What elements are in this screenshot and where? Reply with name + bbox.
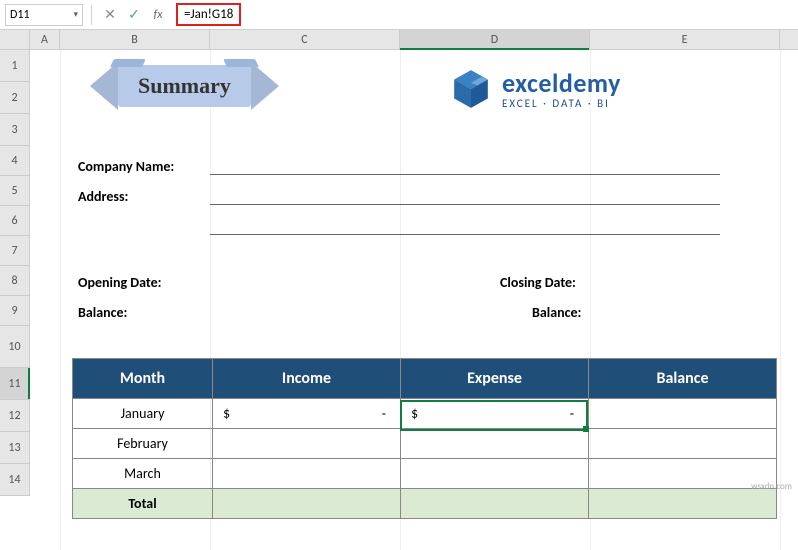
row-header-2[interactable]: 2 [0,82,30,114]
cell-total-balance[interactable] [589,489,777,519]
row-header-3[interactable]: 3 [0,114,30,146]
closing-date-label: Closing Date: [500,274,576,291]
cancel-icon[interactable]: ✕ [100,5,120,25]
sheet-area[interactable]: Summary exceldemy EXCEL · DATA · BI Comp… [30,50,798,496]
enter-icon[interactable]: ✓ [124,5,144,25]
logo-sub-text: EXCEL · DATA · BI [502,98,621,109]
th-balance: Balance [589,359,777,399]
th-expense: Expense [401,359,589,399]
address-underline-2 [210,234,720,235]
row-header-11[interactable]: 11 [0,368,30,400]
row-header-12[interactable]: 12 [0,400,30,432]
cell-month[interactable]: March [73,459,213,489]
row-header-6[interactable]: 6 [0,206,30,236]
separator [91,5,92,25]
col-header-B[interactable]: B [60,30,210,49]
ribbon-tail-right [251,62,279,110]
row-header-9[interactable]: 9 [0,296,30,326]
cell-income[interactable] [213,459,401,489]
watermark: wsxdn.com [751,481,792,492]
cell-expense[interactable]: $- [401,399,589,429]
balance-2-label: Balance: [532,304,581,321]
cell-balance[interactable] [589,399,777,429]
cell-expense[interactable] [401,429,589,459]
cell-balance[interactable] [589,429,777,459]
cell-reference: D11 [10,8,30,22]
col-header-D[interactable]: D [400,30,590,49]
cube-icon [450,68,492,110]
chevron-down-icon[interactable]: ▾ [73,9,78,20]
address-label: Address: [78,188,128,205]
opening-date-label: Opening Date: [78,274,162,291]
row-header-14[interactable]: 14 [0,464,30,496]
row-header-10[interactable]: 10 [0,326,30,368]
summary-ribbon: Summary [90,62,279,110]
col-header-A[interactable]: A [30,30,60,49]
table-row[interactable]: March [73,459,777,489]
th-month: Month [73,359,213,399]
ribbon-title: Summary [118,65,251,107]
cell-income[interactable]: $- [213,399,401,429]
row-header-7[interactable]: 7 [0,236,30,266]
ribbon-tail-left [90,62,118,110]
row-header-8[interactable]: 8 [0,266,30,296]
row-headers: 1 2 3 4 5 6 7 8 9 10 11 12 13 14 [0,50,30,496]
cell-total-expense[interactable] [401,489,589,519]
table-row[interactable]: February [73,429,777,459]
cell-balance[interactable] [589,459,777,489]
cell-income[interactable] [213,429,401,459]
formula-highlight: =Jan!G18 [176,3,241,26]
balance-1-label: Balance: [78,304,127,321]
row-header-5[interactable]: 5 [0,176,30,206]
cell-total-income[interactable] [213,489,401,519]
company-name-label: Company Name: [78,158,174,175]
column-headers: A B C D E [0,30,798,50]
spreadsheet-grid: A B C D E 1 2 3 4 5 6 7 8 9 10 11 12 13 … [0,30,798,496]
logo-main-text: exceldemy [502,70,621,96]
col-header-C[interactable]: C [210,30,400,49]
row-header-4[interactable]: 4 [0,146,30,176]
name-box[interactable]: D11 ▾ [5,4,83,26]
th-income: Income [213,359,401,399]
row-header-1[interactable]: 1 [0,50,30,82]
exceldemy-logo: exceldemy EXCEL · DATA · BI [450,68,621,110]
row-header-13[interactable]: 13 [0,432,30,464]
cell-month[interactable]: January [73,399,213,429]
table-total-row[interactable]: Total [73,489,777,519]
fx-icon[interactable]: fx [148,5,168,25]
col-header-E[interactable]: E [590,30,780,49]
cell-expense[interactable] [401,459,589,489]
formula-text[interactable]: =Jan!G18 [184,7,233,22]
address-underline-1 [210,204,720,205]
cell-total-label: Total [73,489,213,519]
table-header-row: Month Income Expense Balance [73,359,777,399]
table-row[interactable]: January $- $- [73,399,777,429]
cell-month[interactable]: February [73,429,213,459]
select-all-corner[interactable] [0,30,30,49]
company-underline [210,174,720,175]
summary-table: Month Income Expense Balance January $- … [72,358,777,519]
formula-bar: D11 ▾ ✕ ✓ fx =Jan!G18 [0,0,798,30]
